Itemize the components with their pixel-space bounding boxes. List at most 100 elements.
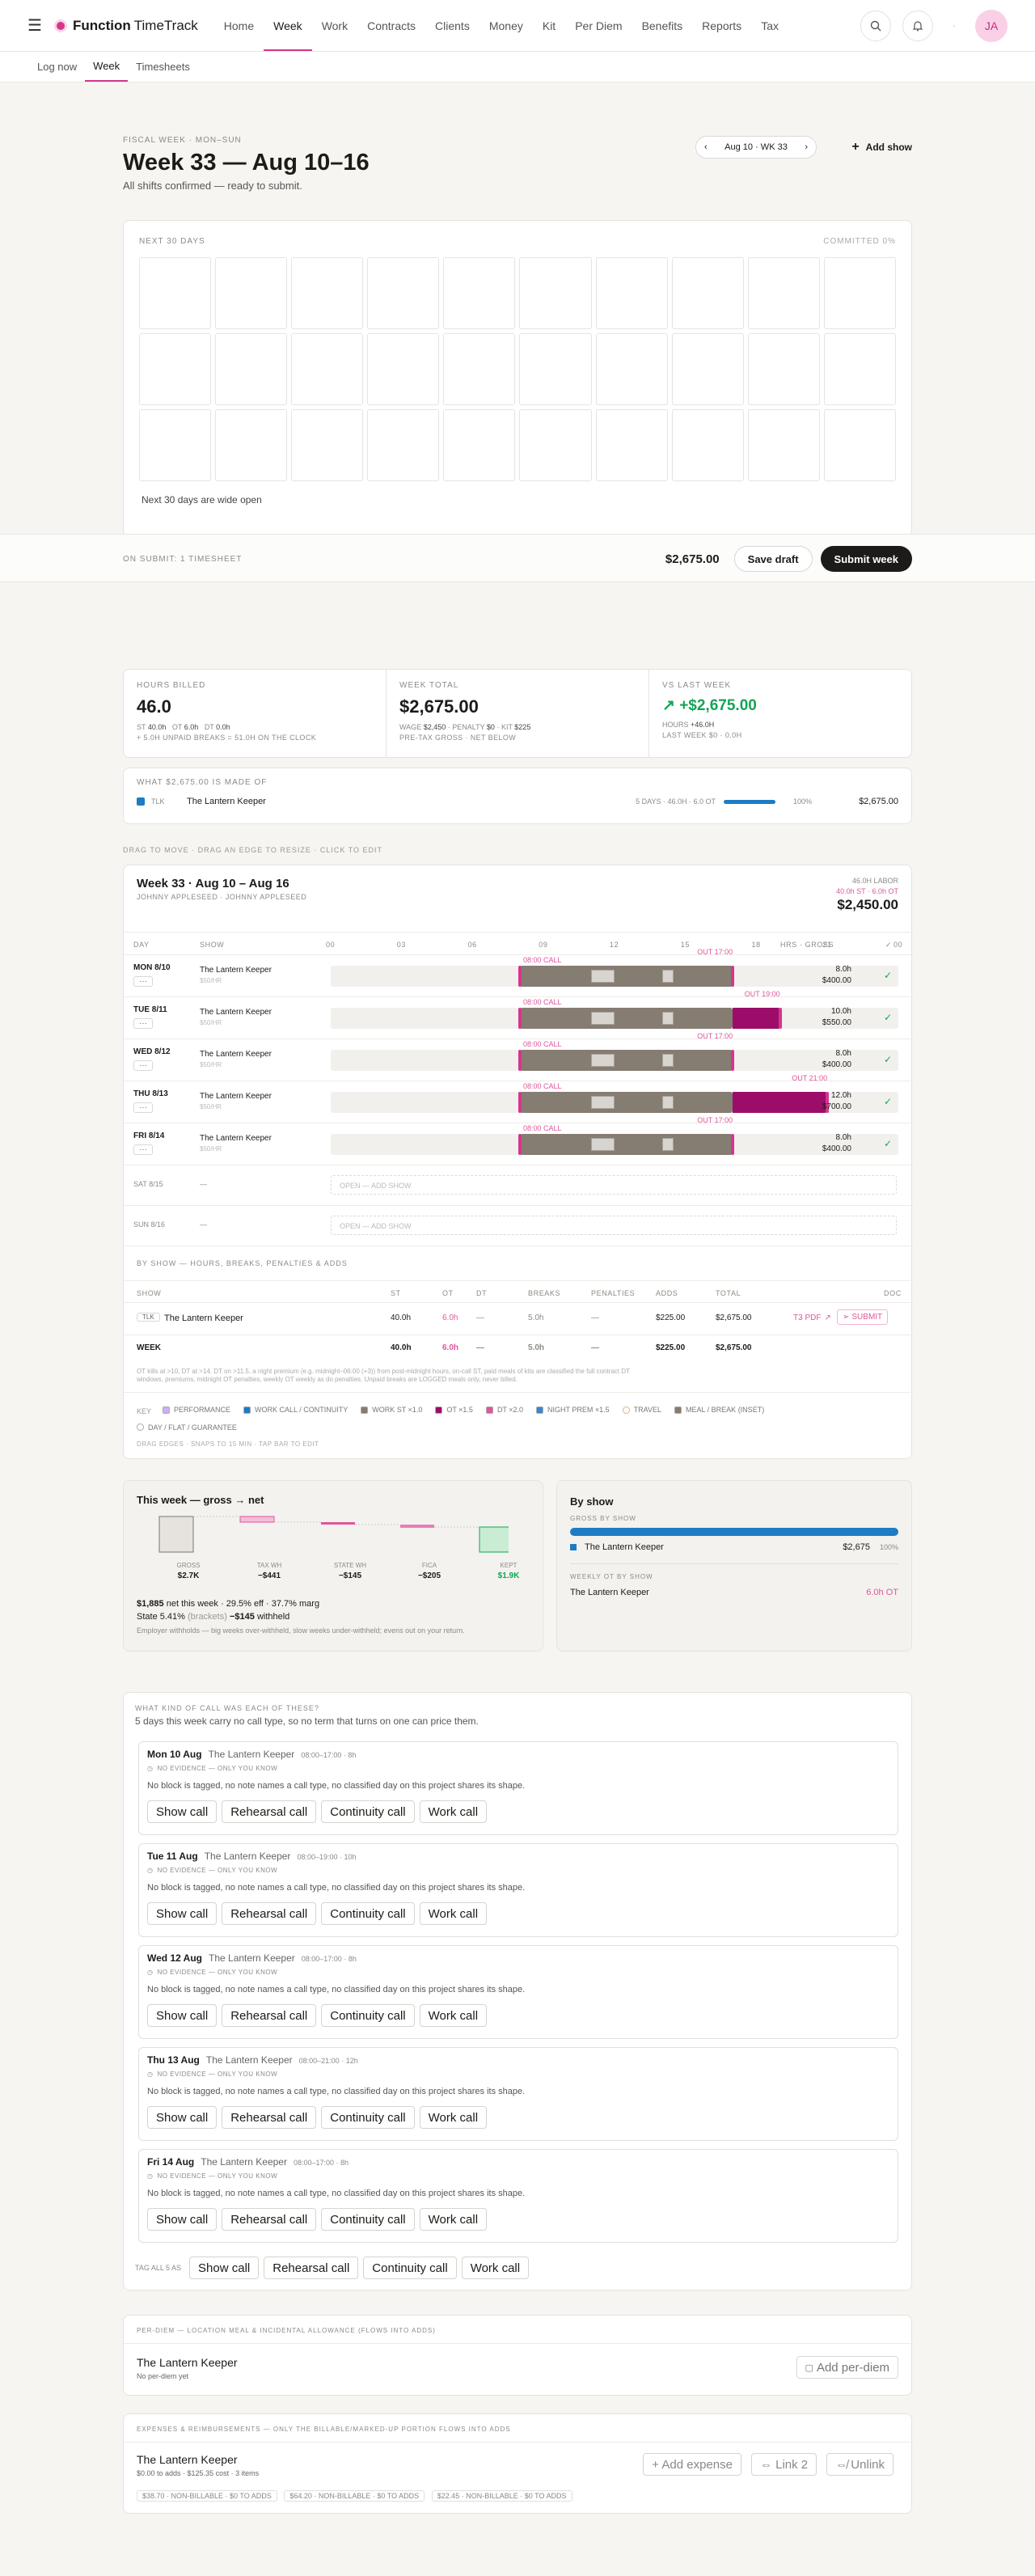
meal-break-inset[interactable] [661,970,674,983]
day-row[interactable]: FRI 8/14 ··· The Lantern Keeper $50/HR 08:00… [124,1116,913,1165]
day-row[interactable]: THU 8/13 ··· The Lantern Keeper $50/HR 08:00… [124,1074,913,1123]
save-draft-button[interactable]: Save draft [733,546,813,572]
expense-chip[interactable]: $22.45 · NON-BILLABLE · $0 TO ADDS [431,2490,572,2502]
calendar-day-cell[interactable] [291,257,364,329]
work-st-bar[interactable] [520,1008,733,1029]
continuity-call-button[interactable]: Continuity call [321,2106,415,2129]
made-of-row[interactable]: TLK The Lantern Keeper 5 DAYS · 46.0H · … [137,797,898,806]
day-row[interactable]: MON 8/10 ··· The Lantern Keeper $50/HR 08:00… [124,948,913,996]
confirmed-check-icon[interactable]: ✓ [884,1138,892,1149]
tag-all-work-call[interactable]: Work call [461,2257,530,2279]
nav-clients[interactable]: Clients [425,0,479,51]
show-call-button[interactable]: Show call [147,2004,218,2027]
ot-bar[interactable] [733,1008,780,1029]
meal-break-inset[interactable] [590,1138,615,1151]
t3-pdf-link[interactable]: T3 PDF ↗ [793,1313,831,1322]
work-st-bar[interactable] [520,1050,733,1071]
meal-break-inset[interactable] [661,1096,674,1109]
calendar-day-cell[interactable] [139,257,212,329]
calendar-day-cell[interactable] [747,409,820,481]
calendar-day-cell[interactable] [519,333,592,405]
confirmed-check-icon[interactable]: ✓ [884,1012,892,1023]
nav-home[interactable]: Home [214,0,264,51]
meal-break-inset[interactable] [661,1012,674,1025]
continuity-call-button[interactable]: Continuity call [321,1902,415,1925]
calendar-day-cell[interactable] [139,409,212,481]
calendar-day-cell[interactable] [215,333,288,405]
call-edge-handle[interactable] [518,966,522,987]
more-icon[interactable]: ··· [133,1018,153,1029]
nav-kit[interactable]: Kit [533,0,565,51]
work-st-bar[interactable] [520,1092,733,1113]
calendar-day-cell[interactable] [747,257,820,329]
confirmed-check-icon[interactable]: ✓ [884,1054,892,1065]
calendar-day-cell[interactable] [747,333,820,405]
nav-tax[interactable]: Tax [751,0,788,51]
work-call-button[interactable]: Work call [419,1902,488,1925]
work-st-bar[interactable] [520,1134,733,1155]
calendar-day-cell[interactable] [595,257,668,329]
unlink-button[interactable]: ⇎ Unlink [826,2453,893,2476]
bell-icon[interactable] [902,10,933,41]
work-st-bar[interactable] [520,966,733,987]
more-icon[interactable]: ··· [133,976,153,987]
continuity-call-button[interactable]: Continuity call [321,2004,415,2027]
work-call-button[interactable]: Work call [419,2004,488,2027]
out-edge-handle[interactable] [731,966,735,987]
rehearsal-call-button[interactable]: Rehearsal call [222,1902,317,1925]
rehearsal-call-button[interactable]: Rehearsal call [222,2004,317,2027]
tag-all-rehearsal-call[interactable]: Rehearsal call [264,2257,359,2279]
work-call-button[interactable]: Work call [419,2106,488,2129]
chevron-right-icon[interactable]: › [805,142,808,152]
calendar-day-cell[interactable] [519,409,592,481]
link-button[interactable]: ⇔ Link 2 [750,2453,817,2476]
meal-break-inset[interactable] [590,1096,615,1109]
confirmed-check-icon[interactable]: ✓ [884,1096,892,1107]
rehearsal-call-button[interactable]: Rehearsal call [222,1800,317,1823]
show-call-button[interactable]: Show call [147,2106,218,2129]
nav-money[interactable]: Money [479,0,533,51]
calendar-day-cell[interactable] [823,333,896,405]
subnav-week[interactable]: Week [85,52,129,82]
more-icon[interactable]: ··· [133,1102,153,1113]
calendar-day-cell[interactable] [443,409,516,481]
calendar-day-cell[interactable] [291,409,364,481]
continuity-call-button[interactable]: Continuity call [321,1800,415,1823]
out-edge-handle[interactable] [778,1008,782,1029]
menu-icon[interactable]: ☰ [27,15,45,36]
calendar-day-cell[interactable] [215,257,288,329]
calendar-day-cell[interactable] [595,409,668,481]
rehearsal-call-button[interactable]: Rehearsal call [222,2208,317,2231]
meal-break-inset[interactable] [661,1054,674,1067]
avatar[interactable]: JA [975,9,1008,42]
calendar-day-cell[interactable] [823,409,896,481]
work-call-button[interactable]: Work call [419,2208,488,2231]
nav-reports[interactable]: Reports [692,0,751,51]
meal-break-inset[interactable] [661,1138,674,1151]
calendar-day-cell[interactable] [671,409,744,481]
calendar-day-cell[interactable] [367,409,440,481]
calendar-day-cell[interactable] [443,333,516,405]
call-edge-handle[interactable] [518,1092,522,1113]
subnav-log-now[interactable]: Log now [29,52,85,82]
meal-break-inset[interactable] [590,970,615,983]
calendar-day-cell[interactable] [595,333,668,405]
chevron-left-icon[interactable]: ‹ [704,142,708,152]
submit-show-button[interactable]: ➢ SUBMIT [837,1309,889,1325]
out-edge-handle[interactable] [731,1134,735,1155]
more-icon[interactable]: ··· [133,1060,153,1071]
calendar-day-cell[interactable] [519,257,592,329]
calendar-day-cell[interactable] [291,333,364,405]
calendar-day-cell[interactable] [367,257,440,329]
add-show-button[interactable]: + Add show [851,136,912,159]
calendar-day-cell[interactable] [671,333,744,405]
call-edge-handle[interactable] [518,1050,522,1071]
nav-benefits[interactable]: Benefits [632,0,693,51]
submit-week-button[interactable]: Submit week [820,546,912,572]
tag-all-continuity-call[interactable]: Continuity call [363,2257,457,2279]
calendar-day-cell[interactable] [215,409,288,481]
call-edge-handle[interactable] [518,1134,522,1155]
show-call-button[interactable]: Show call [147,2208,218,2231]
meal-break-inset[interactable] [590,1054,615,1067]
subnav-timesheets[interactable]: Timesheets [128,52,198,82]
